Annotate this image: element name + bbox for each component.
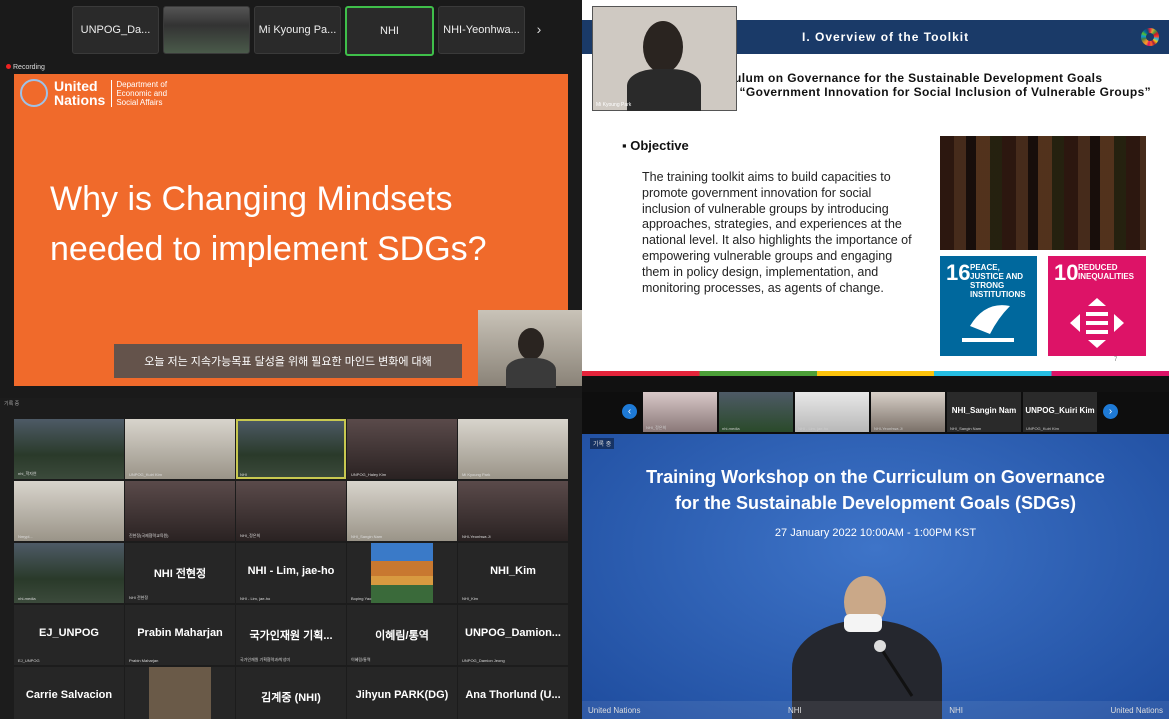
video-tile[interactable]: UNPOG_Kuiri Kim UNPOG_Kuiri Kim — [1023, 392, 1097, 432]
participant-cell[interactable]: NHI_Kim NHI_Kim — [458, 543, 568, 603]
microphone-icon — [874, 640, 914, 697]
video-tile[interactable]: NHI_정은희 — [643, 392, 717, 432]
participant-tile[interactable]: Mi Kyoung Pa... — [254, 6, 341, 54]
gallery-view: 기록 중 nhi_학자연 UNPOG_Kuiri Kim NHI UNPOG_H… — [0, 398, 582, 719]
shared-screen-right: I. Overview of the Toolkit ulum on Gover… — [582, 0, 1169, 398]
live-subtitle: 오늘 저는 지속가능목표 달성을 위해 필요한 마인드 변화에 대해 — [114, 344, 462, 378]
gallery-recording-label: 기록 중 — [4, 401, 20, 407]
presenter-body — [627, 69, 701, 111]
participant-cell[interactable]: NHI_정은희 — [236, 481, 346, 541]
video-tile[interactable]: nhi-media — [719, 392, 793, 432]
bullet-icon: ▪ — [622, 138, 631, 153]
participant-cell[interactable]: NHI_Sangin Nam — [347, 481, 457, 541]
participant-cell[interactable]: Mi Kyoung Park — [458, 419, 568, 479]
participant-cell[interactable]: Ana Thorlund (U... — [458, 667, 568, 719]
un-desa-logo: United Nations Department of Economic an… — [20, 78, 167, 108]
reduced-inequalities-icon — [1070, 298, 1124, 348]
nhi-logo: NHI — [787, 705, 802, 715]
participant-cell[interactable]: 이혜림/통역 이혜림/통역 — [347, 605, 457, 665]
un-emblem-icon — [20, 79, 48, 107]
profile-landscape-image — [371, 543, 433, 603]
participant-cell[interactable]: NHI - Lim, jae-ho NHI - Lim, jae-ho — [236, 543, 346, 603]
sdg10-tile: 10 REDUCED INEQUALITIES — [1048, 256, 1146, 356]
participant-cell[interactable]: UNPOG_Damion... UNPOG_Damion Jeong — [458, 605, 568, 665]
objective-text: The training toolkit aims to build capac… — [642, 170, 912, 295]
speaker-thumbnail — [478, 310, 582, 388]
participant-cell-active[interactable]: NHI — [236, 419, 346, 479]
dept-line: Department of — [116, 79, 168, 89]
toolkit-subtitle-line: ulum on Governance for the Sustainable D… — [734, 71, 1103, 85]
un-logo: United Nations — [588, 705, 641, 715]
participant-tile-active[interactable]: NHI — [345, 6, 434, 56]
video-tile[interactable]: NHI - Lim, jae-ho — [795, 392, 869, 432]
org-name-line: Nations — [54, 92, 106, 108]
shared-screen-left: UNPOG_Da... Mi Kyoung Pa... NHI NHI-Yeon… — [0, 0, 582, 398]
presenter-caption: Mi Kyoung Park — [596, 102, 632, 108]
sdg-wheel-icon — [1141, 28, 1159, 46]
chevron-right-icon[interactable]: › — [1103, 404, 1118, 419]
presenter-head — [643, 21, 683, 73]
participant-cell[interactable]: Prabin Maharjan Prabin Maharjan — [125, 605, 235, 665]
participant-cell[interactable]: 김계중 (NHI) — [236, 667, 346, 719]
people-photo-collage — [940, 136, 1146, 250]
participant-cell[interactable]: EJ_UNPOG EJ_UNPOG — [14, 605, 124, 665]
participant-cell[interactable]: Carrie Salvacion — [14, 667, 124, 719]
presenter-video[interactable]: Mi Kyoung Park — [592, 6, 737, 111]
participant-cell[interactable]: Jihyun PARK(DG) — [347, 667, 457, 719]
main-speaker-video[interactable]: 기록 중 Training Workshop on the Curriculum… — [582, 434, 1169, 719]
un-logo: United Nations — [1110, 705, 1163, 715]
record-dot-icon — [6, 64, 11, 69]
participant-cell[interactable]: Nmypl... — [14, 481, 124, 541]
dept-line: Economic and — [116, 88, 168, 98]
speaker-head — [518, 328, 544, 360]
dept-line: Social Affairs — [116, 97, 163, 107]
slide-page-number: 7 — [1114, 357, 1118, 363]
participant-cell[interactable]: UNPOG_Haley Kim — [347, 419, 457, 479]
participant-cell[interactable]: NHI 전현정 NHI 전현정 — [125, 543, 235, 603]
participant-cell[interactable]: nhi_학자연 — [14, 419, 124, 479]
sponsor-logos: United Nations NHI NHI United Nations — [582, 701, 1169, 719]
participant-cell[interactable]: UNPOG_Kuiri Kim — [125, 419, 235, 479]
participant-cell[interactable]: NHI-Yeonhwa Ji — [458, 481, 568, 541]
dove-gavel-icon — [962, 305, 1014, 342]
participant-cell[interactable]: 국가인재원 기획... 국가인재원 기획협력과/박성미 — [236, 605, 346, 665]
participant-cell[interactable]: 진현정(국제협력교육원) — [125, 481, 235, 541]
chevron-right-icon[interactable]: › — [529, 6, 549, 52]
participant-cell[interactable]: nhi-media — [14, 543, 124, 603]
nhi-logo: NHI — [949, 705, 964, 715]
speaker-view: ‹ NHI_정은희 nhi-media NHI - Lim, jae-ho NH… — [582, 392, 1169, 719]
participant-tile[interactable]: NHI-Yeonhwa... — [438, 6, 525, 54]
participant-cell[interactable] — [125, 667, 235, 719]
org-name-line: United — [54, 78, 98, 94]
participant-cell[interactable]: Boping Yao — [347, 543, 457, 603]
sdg16-tile: 16 PEACE, JUSTICE AND STRONG INSTITUTION… — [940, 256, 1037, 356]
slide-heading: Why is Changing Mindsets needed to imple… — [50, 180, 487, 268]
participant-tile-video[interactable] — [163, 6, 250, 54]
toolkit-subtitle-line: n “Government Innovation for Social Incl… — [728, 85, 1152, 99]
speaker-body — [506, 358, 556, 388]
participant-strip: UNPOG_Da... Mi Kyoung Pa... NHI NHI-Yeon… — [72, 6, 549, 56]
recording-indicator: Recording — [6, 64, 45, 71]
participant-tile[interactable]: UNPOG_Da... — [72, 6, 159, 54]
presentation-slide: United Nations Department of Economic an… — [14, 74, 582, 388]
video-tile[interactable]: NHI-Yeonhwa Ji — [871, 392, 945, 432]
chevron-left-icon[interactable]: ‹ — [622, 404, 637, 419]
profile-person-image — [149, 667, 211, 719]
video-tile[interactable]: NHI_Sangin Nam NHI_Sangin Nam — [947, 392, 1021, 432]
objective-heading: ▪ Objective — [622, 138, 689, 153]
recording-label: Recording — [13, 64, 45, 71]
participant-grid: nhi_학자연 UNPOG_Kuiri Kim NHI UNPOG_Haley … — [14, 419, 568, 719]
video-strip: NHI_정은희 nhi-media NHI - Lim, jae-ho NHI-… — [643, 392, 1097, 434]
toolkit-header-title: I. Overview of the Toolkit — [802, 30, 970, 44]
